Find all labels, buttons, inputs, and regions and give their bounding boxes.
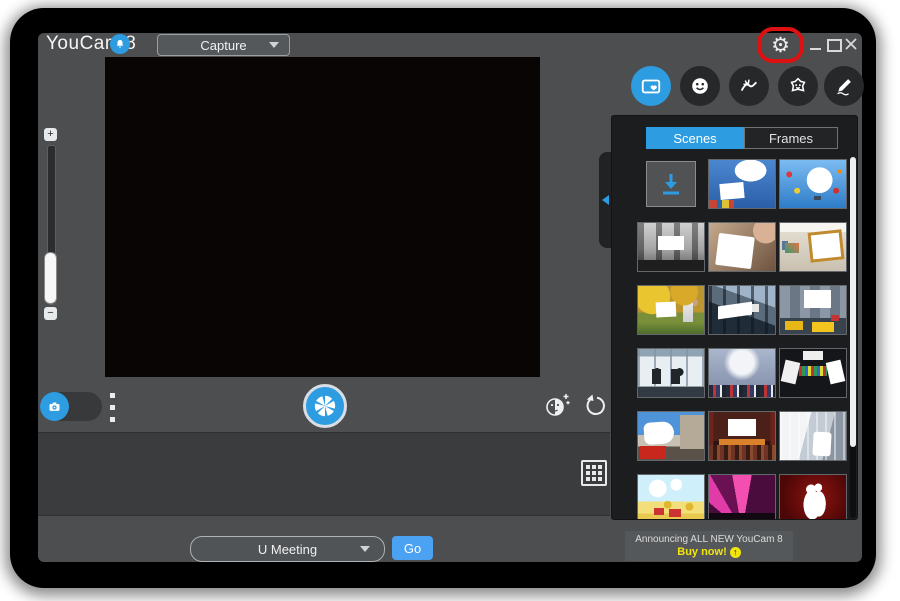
thumbnail-s7[interactable] [708, 285, 776, 335]
notifications-button[interactable] [110, 34, 130, 54]
category-scenes-frames-button[interactable] [631, 66, 671, 106]
scene-thumbnail-grid [637, 159, 847, 520]
minimize-button[interactable] [810, 48, 821, 50]
snapshot-button[interactable] [303, 384, 347, 428]
chevron-down-icon [269, 42, 279, 48]
meeting-dropdown-value: U Meeting [258, 542, 317, 557]
effects-panel: Scenes Frames [611, 115, 858, 520]
maximize-button[interactable] [827, 39, 842, 52]
thumbnail-s13[interactable] [708, 411, 776, 461]
thumbnail-s5[interactable] [779, 222, 847, 272]
thumbnail-s1[interactable] [708, 159, 776, 209]
panel-scrollbar-thumb[interactable] [850, 157, 856, 447]
avatar-monster-icon [787, 75, 809, 97]
thumbnail-s10[interactable] [708, 348, 776, 398]
zoom-slider-thumb[interactable] [44, 252, 57, 304]
aperture-icon [310, 391, 340, 421]
buy-now-link[interactable]: Buy now! [677, 546, 727, 558]
thumbnail-s6[interactable] [637, 285, 705, 335]
category-gadgets-button[interactable] [729, 66, 769, 106]
download-icon [658, 171, 684, 197]
thumbnail-s4[interactable] [708, 222, 776, 272]
smiley-icon [689, 75, 711, 97]
toggle-knob [40, 392, 69, 421]
mode-dropdown[interactable]: Capture [157, 34, 290, 56]
category-draw-button[interactable] [824, 66, 864, 106]
tab-frames[interactable]: Frames [744, 127, 838, 149]
thumbnail-s2[interactable] [779, 159, 847, 209]
thumbnail-s15[interactable] [637, 474, 705, 520]
close-button[interactable] [844, 37, 858, 51]
tab-scenes[interactable]: Scenes [646, 127, 744, 149]
ad-line1: Announcing ALL NEW YouCam 8 [625, 531, 793, 545]
collapse-left-icon [602, 195, 609, 205]
thumbnail-s3[interactable] [637, 222, 705, 272]
thumbnail-s14[interactable] [779, 411, 847, 461]
thumbnail-s8[interactable] [779, 285, 847, 335]
chevron-down-icon [360, 546, 370, 552]
grid-view-button[interactable] [581, 460, 607, 486]
go-button[interactable]: Go [392, 536, 433, 560]
video-preview [105, 57, 540, 377]
mode-dropdown-value: Capture [200, 38, 246, 53]
thumbnail-s11[interactable] [779, 348, 847, 398]
category-avatars-button[interactable] [778, 66, 818, 106]
settings-gear-icon[interactable]: ⚙ [771, 35, 790, 56]
category-emotions-button[interactable] [680, 66, 720, 106]
zoom-out-button[interactable]: − [44, 307, 57, 320]
screenshot-stage: YouCam 8 Capture ⚙ + − [0, 0, 900, 601]
thumbnail-s17[interactable] [779, 474, 847, 520]
settings-highlight-annotation: ⚙ [757, 27, 804, 63]
frame-heart-icon [640, 75, 662, 97]
reset-rotate-button[interactable] [583, 394, 607, 418]
meeting-dropdown[interactable]: U Meeting [190, 536, 385, 562]
pencil-icon [833, 75, 855, 97]
camera-video-toggle[interactable] [40, 392, 102, 421]
zoom-in-button[interactable]: + [44, 128, 57, 141]
thumbnail-s12[interactable] [637, 411, 705, 461]
upgrade-ad-banner[interactable]: Announcing ALL NEW YouCam 8 Buy now! ↑ [625, 531, 793, 561]
more-options-menu[interactable] [110, 393, 116, 429]
thumbnail-download[interactable] [646, 161, 696, 207]
thumbnail-s9[interactable] [637, 348, 705, 398]
thumbnail-s16[interactable] [708, 474, 776, 520]
arrow-up-icon: ↑ [730, 547, 741, 558]
camera-icon [47, 399, 62, 414]
gadget-icon [738, 75, 760, 97]
captured-media-strip [38, 432, 610, 516]
bell-icon [114, 38, 126, 50]
panel-scrollbar[interactable] [850, 157, 856, 518]
face-beautify-button[interactable] [543, 392, 571, 420]
